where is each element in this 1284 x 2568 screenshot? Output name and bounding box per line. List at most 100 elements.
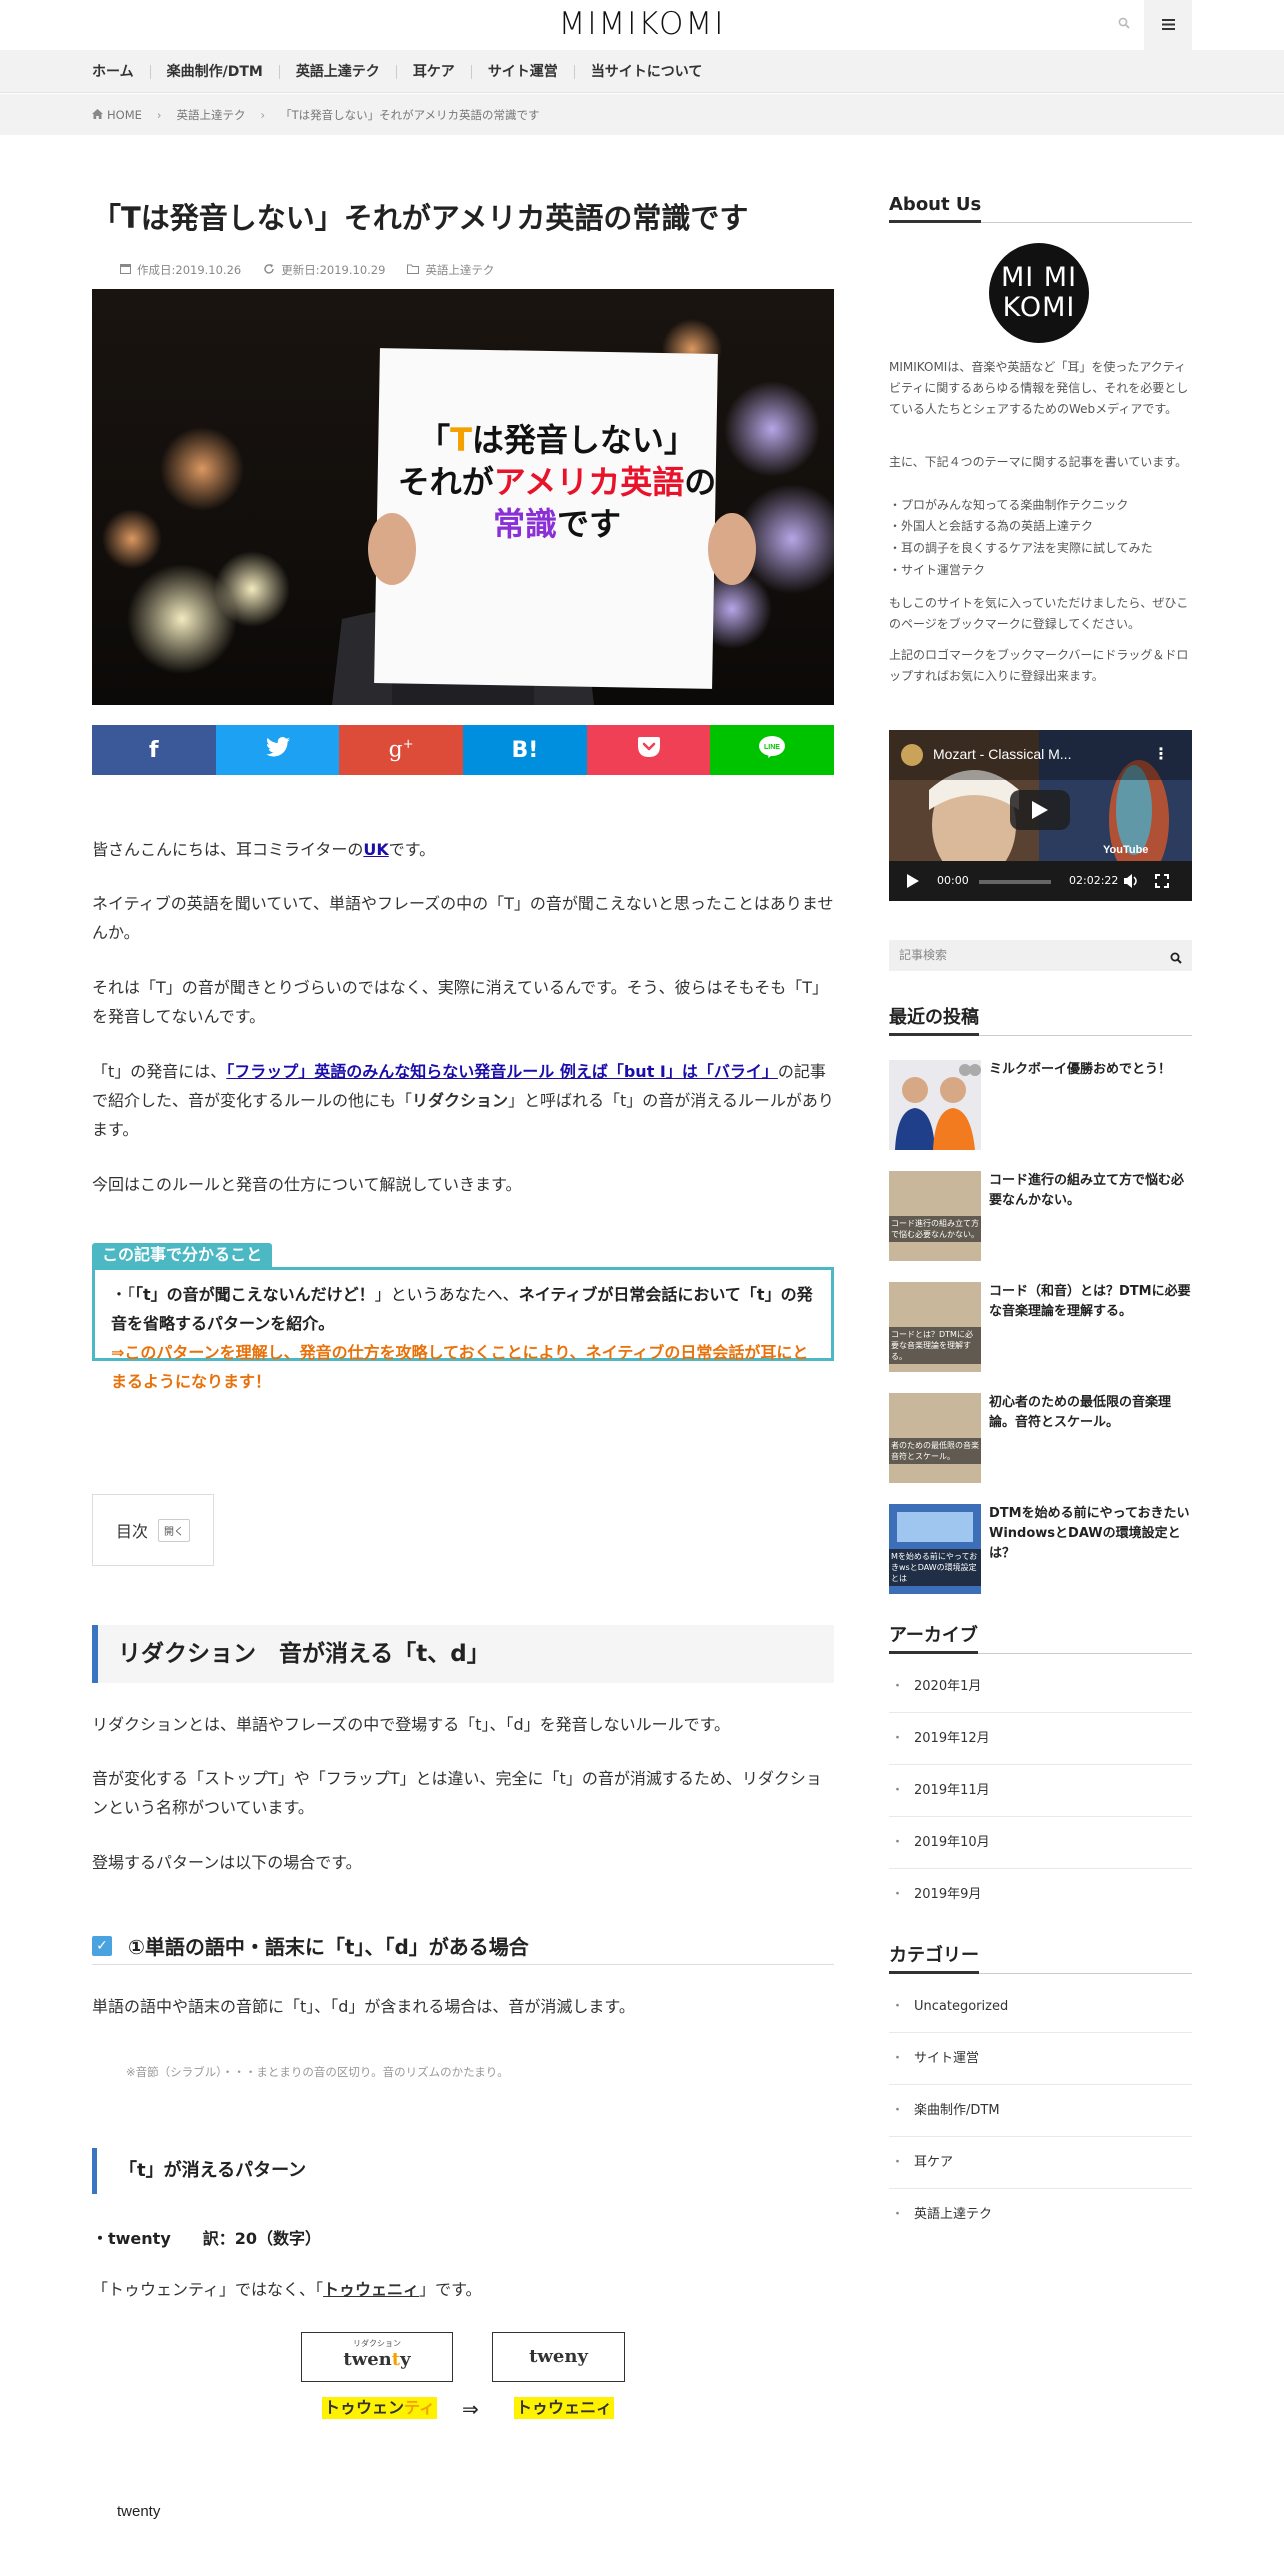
play-button[interactable] [1010, 790, 1070, 830]
share-buttons: f g+ B! LINE [92, 725, 835, 775]
archive-item[interactable]: ・ 2020年1月 [889, 1661, 1192, 1713]
about-logo[interactable]: MI MI KOMI [989, 243, 1089, 343]
checkbox-icon: ✓ [92, 1935, 112, 1956]
post-meta: 作成日:2019.10.26 更新日:2019.10.29 英語上達テク [120, 262, 510, 278]
video-progress-bar[interactable] [979, 880, 1051, 884]
recent-post-title[interactable]: DTMを始める前にやっておきたいWindowsとDAWの環境設定とは？ [989, 1504, 1192, 1564]
recent-post-title[interactable]: コード進行の組み立て方で悩む必要なんかない。 [989, 1171, 1192, 1211]
nav-item-site[interactable]: サイト運営 [470, 64, 574, 79]
pattern-heading: 「t」が消えるパターン [92, 2148, 834, 2194]
about-list-3: ・耳の調子を良くするケア法を実際に試してみた [889, 541, 1153, 555]
site-logo[interactable]: MIMIKOMI [0, 6, 1284, 42]
page-title: 「Tは発音しない」それがアメリカ英語の常識です [92, 201, 749, 235]
video-controls: 00:00 02:02:22 [889, 861, 1192, 901]
post-thumbnail[interactable]: コードとは？DTMに必要な音楽理論を理解する。 [889, 1282, 981, 1372]
search-icon[interactable] [1170, 949, 1182, 968]
nav-item-dtm[interactable]: 楽曲制作/DTM [149, 64, 279, 79]
more-options-icon[interactable]: ⋮ [1153, 744, 1169, 763]
summary-tag: この記事で分かること [92, 1243, 273, 1267]
nav-item-about[interactable]: 当サイトについて [573, 64, 719, 79]
breadcrumb-home[interactable]: HOME [107, 108, 142, 122]
breadcrumb: HOME › 英語上達テク › 「Tは発音しない」それがアメリカ英語の常識です [0, 94, 1284, 135]
post-thumbnail[interactable]: 者のための最低限の音楽音符とスケール。 [889, 1393, 981, 1483]
toc-label: 目次 [115, 1522, 148, 1541]
arrow-right-icon: ⇒ [462, 2397, 479, 2421]
about-list-2: ・外国人と会話する為の英語上達テク [889, 519, 1094, 533]
recent-post[interactable]: コード進行の組み立て方で悩む必要なんかない。 コード進行の組み立て方で悩む必要な… [889, 1171, 1192, 1261]
recent-post[interactable]: ミルクボーイ優勝おめでとう！ [889, 1060, 1192, 1150]
nav-item-english[interactable]: 英語上達テク [278, 64, 396, 79]
subsection-paragraph: 単語の語中や語末の音節に「t」、「d」が含まれる場合は、音が消滅します。 [92, 1997, 635, 2016]
eyecatch-image: 「Tは発音しない」 それがアメリカ英語の 常識です [92, 289, 834, 705]
nav-item-home[interactable]: ホーム [92, 65, 150, 79]
author-link[interactable]: UK [363, 840, 388, 859]
example-word: ・twenty 訳：20（数字） [92, 2229, 322, 2248]
recent-post[interactable]: コードとは？DTMに必要な音楽理論を理解する。 コード（和音）とは？DTMに必要… [889, 1282, 1192, 1372]
example-explanation: 「トゥウェンティ」ではなく、「トゥウェニィ」です。 [92, 2280, 482, 2299]
nav-item-earcare[interactable]: 耳ケア [395, 64, 471, 79]
post-thumbnail[interactable]: コード進行の組み立て方で悩む必要なんかない。 [889, 1171, 981, 1261]
flap-article-link[interactable]: 「フラップ」英語のみんな知らない発音ルール 例えば「but I」は「バライ」 [226, 1062, 778, 1081]
word-box-tweny: tweny [492, 2332, 625, 2382]
search-icon[interactable] [1104, 0, 1144, 50]
line-icon: LINE [759, 736, 786, 764]
video-current-time: 00:00 [937, 874, 969, 887]
category-item[interactable]: ・耳ケア [889, 2137, 1192, 2189]
about-text-1: MIMIKOMIは、音楽や英語など「耳」を使ったアクティビティに関するあらゆる情… [889, 360, 1189, 416]
syllable-note: ※音節（シラブル）・・・まとまりの音の区切り。音のリズムのかたまり。 [126, 2065, 509, 2079]
kana-label-1: トゥウェンティ [322, 2397, 438, 2419]
breadcrumb-category[interactable]: 英語上達テク [177, 107, 246, 123]
video-duration: 02:02:22 [1069, 874, 1119, 887]
calendar-icon [120, 263, 131, 277]
video-title[interactable]: Mozart - Classical M... [933, 746, 1071, 762]
subsection-heading: ✓ ①単語の語中・語末に「t」、「d」がある場合 [92, 1927, 834, 1965]
pocket-share-button[interactable] [586, 725, 711, 775]
toc-open-button[interactable]: 開く [158, 1518, 190, 1542]
global-nav: ホーム 楽曲制作/DTM 英語上達テク 耳ケア サイト運営 当サイトについて [0, 50, 1284, 93]
recent-post[interactable]: Mを始める前にやっておきwsとDAWの環境設定とは DTMを始める前にやっておき… [889, 1504, 1192, 1594]
category-item[interactable]: ・サイト運営 [889, 2033, 1192, 2085]
facebook-share-button[interactable]: f [92, 725, 216, 775]
recent-post-title[interactable]: コード（和音）とは？DTMに必要な音楽理論を理解する。 [989, 1282, 1192, 1322]
about-text-4: 上記のロゴマークをブックマークバーにドラッグ＆ドロップすればお気に入りに登録出来… [889, 648, 1189, 683]
channel-avatar[interactable] [901, 744, 923, 766]
eyecatch-text: 「Tは発音しない」 それがアメリカ英語の 常識です [397, 421, 717, 543]
line-share-button[interactable]: LINE [710, 725, 835, 775]
recent-post[interactable]: 者のための最低限の音楽音符とスケール。 初心者のための最低限の音楽理論。音符とス… [889, 1393, 1192, 1483]
about-text-2: 主に、下記４つのテーマに関する記事を書いています。 [889, 455, 1188, 469]
youtube-brand[interactable]: YouTube [1103, 844, 1148, 856]
category-item[interactable]: ・ Uncategorized [889, 1981, 1192, 2033]
about-list-1: ・プロがみんな知ってる楽曲制作テクニック [889, 498, 1129, 512]
post-thumbnail[interactable] [889, 1060, 981, 1150]
sidebar-search-input[interactable]: 記事検索 [889, 940, 1192, 971]
archive-item[interactable]: ・ 2019年10月 [889, 1817, 1192, 1869]
section-paragraph-2: 音が変化する「ストップT」や「フラップT」とは違い、完全に「t」の音が消滅するた… [92, 1769, 822, 1817]
updated-date: 更新日:2019.10.29 [281, 263, 386, 277]
kana-label-2: トゥウェニィ [514, 2397, 615, 2419]
post-category-link[interactable]: 英語上達テク [425, 262, 494, 278]
play-icon [1032, 801, 1048, 819]
hamburger-menu-icon[interactable] [1144, 0, 1192, 50]
googleplus-share-button[interactable]: g+ [339, 725, 464, 775]
category-item[interactable]: ・英語上達テク [889, 2189, 1192, 2241]
table-of-contents: 目次 開く [92, 1494, 214, 1566]
googleplus-icon: g+ [388, 737, 414, 763]
video-embed[interactable]: Mozart - Classical M... ⋮ YouTube 00:00 … [889, 730, 1192, 901]
archive-item[interactable]: ・ 2019年12月 [889, 1713, 1192, 1765]
refresh-icon [263, 263, 275, 278]
post-thumbnail[interactable]: Mを始める前にやっておきwsとDAWの環境設定とは [889, 1504, 981, 1594]
archive-item[interactable]: ・ 2019年11月 [889, 1765, 1192, 1817]
archive-item[interactable]: ・ 2019年9月 [889, 1869, 1192, 1921]
recent-post-title[interactable]: 初心者のための最低限の音楽理論。音符とスケール。 [989, 1393, 1192, 1433]
volume-icon[interactable] [1124, 874, 1140, 888]
play-icon[interactable] [907, 874, 919, 888]
hatena-share-button[interactable]: B! [463, 725, 587, 775]
created-date: 作成日:2019.10.26 [137, 263, 242, 277]
recent-post-title[interactable]: ミルクボーイ優勝おめでとう！ [989, 1060, 1192, 1080]
category-item[interactable]: ・楽曲制作/DTM [889, 2085, 1192, 2137]
svg-text:LINE: LINE [764, 744, 780, 751]
twitter-share-button[interactable] [215, 725, 340, 775]
fullscreen-icon[interactable] [1155, 874, 1169, 888]
pocket-icon [637, 737, 660, 763]
archive-heading: アーカイブ [889, 1621, 1192, 1654]
